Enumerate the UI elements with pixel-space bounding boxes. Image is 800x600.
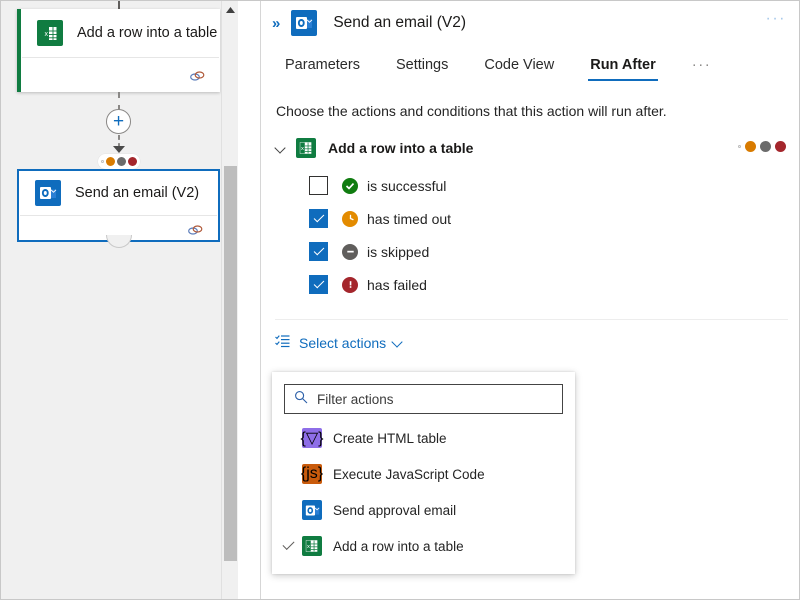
outlook-icon bbox=[291, 10, 317, 36]
javascript-glyph: {js} bbox=[301, 465, 323, 483]
select-actions-button[interactable]: Select actions bbox=[275, 334, 403, 351]
selected-check-icon bbox=[282, 506, 296, 515]
checkbox-is-skipped[interactable] bbox=[309, 242, 328, 261]
scrollbar-thumb[interactable] bbox=[224, 166, 237, 561]
checkbox-has-timed-out[interactable] bbox=[309, 209, 328, 228]
condition-row-has-failed[interactable]: has failed bbox=[275, 268, 799, 301]
status-dot-succeeded bbox=[738, 145, 741, 148]
condition-label: has timed out bbox=[367, 211, 451, 227]
connector-arrow-head-lower bbox=[113, 146, 125, 153]
minus-circle-icon bbox=[342, 244, 358, 260]
connector-bottom-stub bbox=[106, 235, 132, 248]
condition-label: has failed bbox=[367, 277, 427, 293]
checkbox-is-successful[interactable] bbox=[309, 176, 328, 195]
flow-canvas[interactable]: x Add a row into a table bbox=[1, 1, 238, 599]
status-dot-skipped bbox=[760, 141, 771, 152]
filter-actions-input[interactable] bbox=[317, 392, 537, 407]
chevron-down-icon[interactable] bbox=[393, 338, 403, 348]
group-header[interactable]: x Add a row into a table bbox=[275, 135, 799, 161]
section-divider bbox=[275, 319, 788, 320]
condition-row-has-timed-out[interactable]: has timed out bbox=[275, 202, 799, 235]
clock-icon bbox=[342, 211, 358, 227]
outlook-icon bbox=[302, 500, 322, 520]
javascript-icon: {js} bbox=[302, 464, 322, 484]
checkbox-has-failed[interactable] bbox=[309, 275, 328, 294]
excel-icon: x bbox=[37, 20, 63, 46]
tab-settings[interactable]: Settings bbox=[396, 57, 448, 81]
chevron-double-right-icon[interactable]: » bbox=[272, 15, 278, 32]
selected-check-icon bbox=[282, 542, 296, 551]
run-after-group: x Add a row into a table bbox=[261, 119, 799, 301]
action-details-panel: » Send an email (V2) ··· Parameters Sett… bbox=[260, 1, 799, 599]
dropdown-item-send-approval-email[interactable]: Send approval email bbox=[272, 492, 575, 528]
select-actions-label: Select actions bbox=[299, 335, 386, 351]
node-header: x Add a row into a table bbox=[21, 9, 220, 57]
condition-row-is-successful[interactable]: is successful bbox=[275, 169, 799, 202]
panel-tabs: Parameters Settings Code View Run After … bbox=[261, 45, 799, 81]
status-dot-failed bbox=[128, 157, 137, 166]
tab-parameters[interactable]: Parameters bbox=[285, 57, 360, 81]
panel-header: » Send an email (V2) ··· bbox=[261, 1, 799, 45]
selected-check-icon bbox=[282, 470, 296, 479]
html-table-icon: {▽} bbox=[302, 428, 322, 448]
html-table-glyph: {▽} bbox=[301, 428, 324, 448]
error-circle-icon bbox=[342, 277, 358, 293]
svg-text:x: x bbox=[301, 146, 304, 152]
chain-link-icon[interactable] bbox=[187, 223, 204, 235]
node-footer bbox=[21, 58, 220, 91]
svg-text:x: x bbox=[44, 31, 48, 38]
plus-icon: + bbox=[113, 114, 124, 130]
excel-icon: x bbox=[296, 138, 316, 158]
panel-title: Send an email (V2) bbox=[333, 14, 466, 32]
scrollbar-up-arrow[interactable] bbox=[222, 1, 238, 18]
dropdown-item-label: Send approval email bbox=[333, 503, 456, 518]
condition-row-is-skipped[interactable]: is skipped bbox=[275, 235, 799, 268]
canvas-scrollbar[interactable] bbox=[221, 1, 238, 599]
status-dot-skipped bbox=[117, 157, 126, 166]
dropdown-item-label: Add a row into a table bbox=[333, 539, 464, 554]
flow-node-add-a-row-into-a-table[interactable]: x Add a row into a table bbox=[17, 9, 220, 92]
status-dot-failed bbox=[775, 141, 786, 152]
run-after-description: Choose the actions and conditions that t… bbox=[261, 81, 799, 119]
flow-node-send-an-email-v2[interactable]: Send an email (V2) bbox=[17, 169, 220, 242]
status-dot-timedout bbox=[106, 157, 115, 166]
condition-label: is skipped bbox=[367, 244, 429, 260]
checklist-icon bbox=[275, 334, 290, 351]
chevron-down-icon[interactable] bbox=[275, 143, 286, 154]
excel-icon: x bbox=[302, 536, 322, 556]
node-header: Send an email (V2) bbox=[19, 171, 218, 215]
dropdown-item-label: Create HTML table bbox=[333, 431, 447, 446]
node-title: Send an email (V2) bbox=[75, 185, 199, 201]
filter-actions-field[interactable] bbox=[284, 384, 563, 414]
flow-designer-window: x Add a row into a table bbox=[0, 0, 800, 600]
dropdown-item-create-html-table[interactable]: {▽} Create HTML table bbox=[272, 420, 575, 456]
check-circle-icon bbox=[342, 178, 358, 194]
chain-link-icon[interactable] bbox=[189, 69, 206, 81]
condition-label: is successful bbox=[367, 178, 446, 194]
dropdown-item-label: Execute JavaScript Code bbox=[333, 467, 485, 482]
tab-run-after[interactable]: Run After bbox=[590, 57, 656, 81]
status-dot-succeeded bbox=[101, 160, 104, 163]
svg-text:x: x bbox=[307, 544, 310, 550]
selected-check-icon bbox=[282, 434, 296, 443]
outlook-icon bbox=[35, 180, 61, 206]
node-title: Add a row into a table bbox=[77, 25, 217, 41]
status-dot-timedout bbox=[745, 141, 756, 152]
tab-code-view[interactable]: Code View bbox=[484, 57, 554, 81]
group-status-dots bbox=[738, 141, 786, 152]
actions-dropdown-panel: {▽} Create HTML table {js} Execute JavaS… bbox=[272, 372, 575, 574]
tabs-overflow-button[interactable]: ··· bbox=[692, 56, 712, 81]
group-title: Add a row into a table bbox=[328, 140, 473, 156]
dropdown-item-add-a-row-into-a-table[interactable]: x Add a row into a table bbox=[272, 528, 575, 564]
add-step-button[interactable]: + bbox=[106, 109, 131, 134]
search-icon bbox=[294, 390, 308, 409]
panel-overflow-menu-button[interactable]: ··· bbox=[766, 14, 786, 24]
dropdown-item-execute-javascript-code[interactable]: {js} Execute JavaScript Code bbox=[272, 456, 575, 492]
run-after-status-badge[interactable] bbox=[98, 154, 140, 169]
